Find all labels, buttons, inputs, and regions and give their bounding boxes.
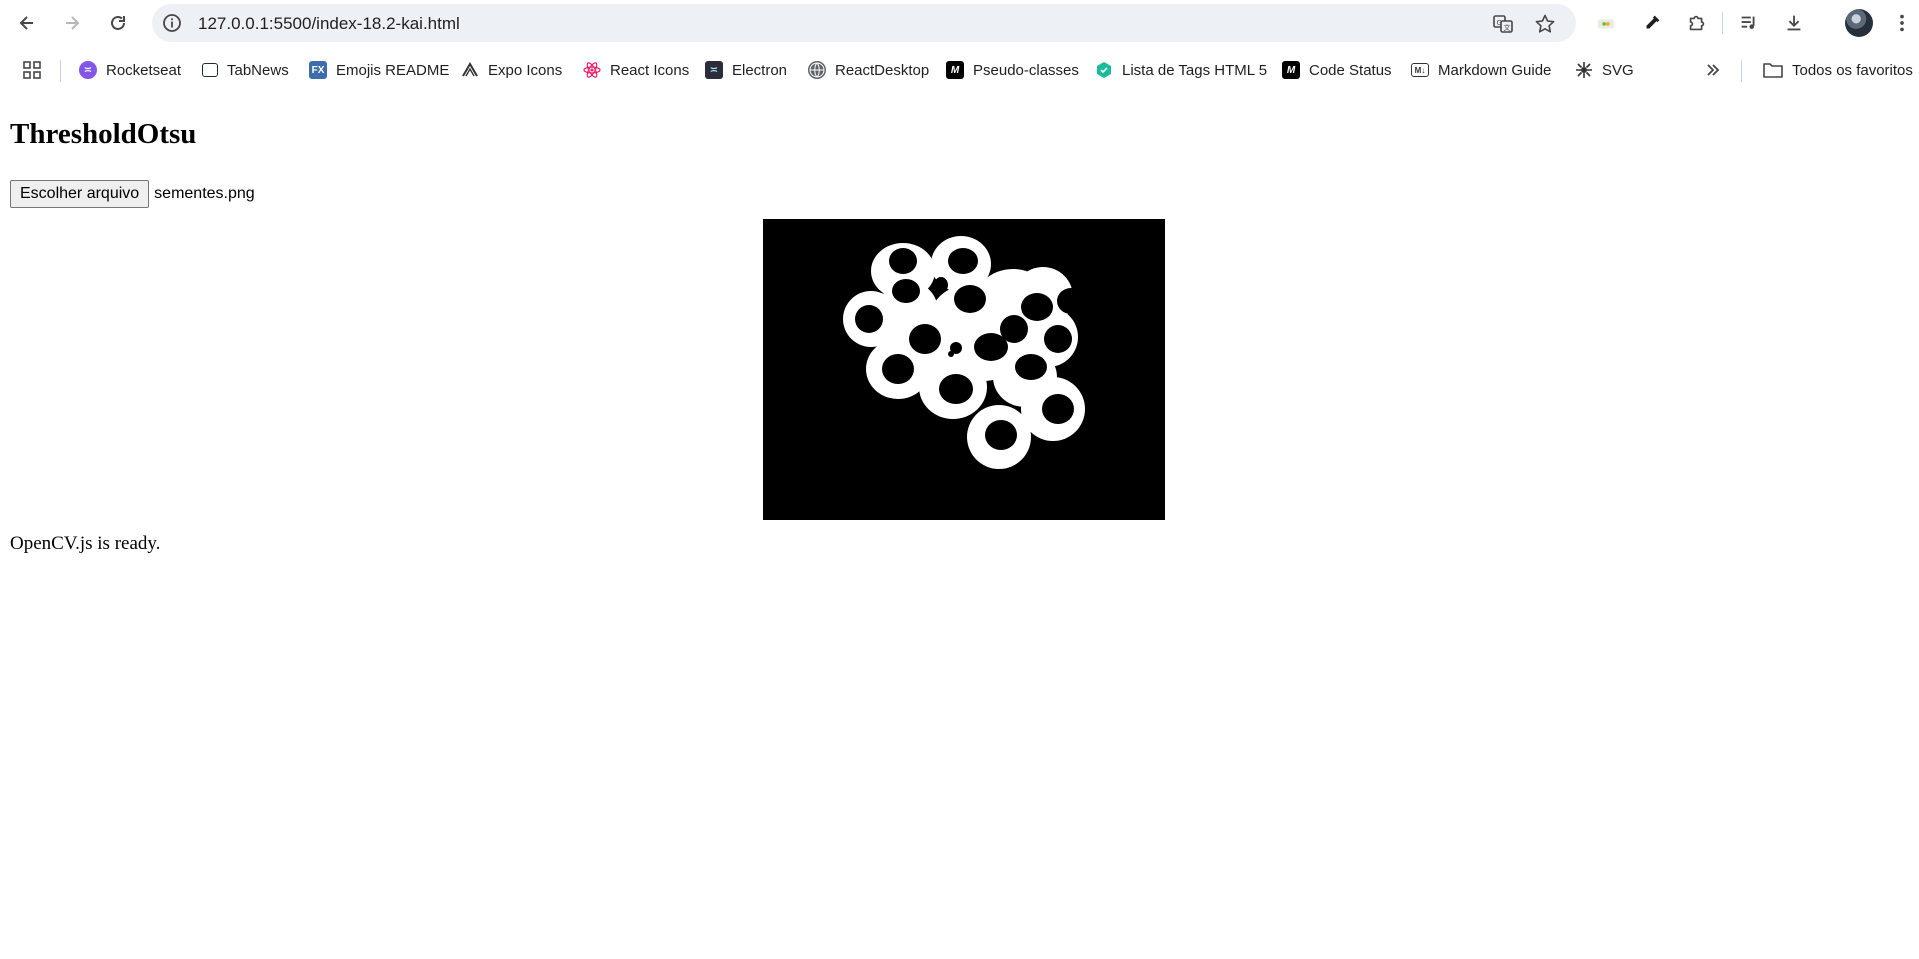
bookmark-svg[interactable]: SVG — [1575, 58, 1634, 82]
mdn-icon: M — [1282, 61, 1300, 79]
all-bookmarks-label: Todos os favoritos — [1792, 61, 1913, 79]
bookmark-label: Expo Icons — [488, 61, 563, 79]
bookmark-label: Lista de Tags HTML 5 — [1122, 61, 1268, 79]
bookmarks-divider — [1741, 60, 1742, 82]
bookmark-reactdesktop[interactable]: ReactDesktop — [808, 58, 929, 82]
bookmark-label: Pseudo-classes — [973, 61, 1079, 79]
bookmark-label: React Icons — [610, 61, 690, 79]
forward-button[interactable] — [57, 8, 87, 38]
chevron-double-right-icon — [1707, 64, 1720, 76]
expo-icon — [461, 61, 479, 79]
bookmark-lista-de-tags[interactable]: Lista de Tags HTML 5 — [1095, 58, 1267, 82]
bookmarks-bar: ≍ Rocketseat TabNews FX Emojis README Ex… — [0, 50, 1919, 90]
apps-button[interactable] — [22, 58, 42, 82]
file-input[interactable]: Escolher arquivo sementes.png — [10, 180, 255, 208]
fx-icon: FX — [309, 61, 327, 79]
bookmark-label: Rocketseat — [106, 61, 182, 79]
arrow-right-icon — [66, 16, 80, 30]
kebab-menu-icon[interactable] — [1890, 11, 1914, 35]
star-icon[interactable] — [1534, 13, 1556, 35]
browser-toolbar: 127.0.0.1:5500/index-18.2-kai.html G文 — [0, 0, 1919, 46]
output-canvas — [763, 219, 1165, 520]
bookmark-pseudo-classes[interactable]: M Pseudo-classes — [946, 58, 1079, 82]
url-text[interactable]: 127.0.0.1:5500/index-18.2-kai.html — [198, 14, 460, 34]
media-playlist-icon[interactable] — [1737, 11, 1761, 35]
react-icon — [583, 61, 601, 79]
info-icon[interactable] — [162, 13, 182, 33]
extension-icon[interactable] — [1594, 11, 1618, 35]
svg-text:G: G — [1497, 19, 1502, 27]
bookmark-label: Markdown Guide — [1438, 61, 1552, 79]
electron-icon: ≍ — [705, 61, 723, 79]
reload-icon — [111, 15, 125, 30]
rocketseat-icon: ≍ — [79, 61, 97, 79]
bookmarks-divider — [60, 60, 61, 82]
bookmark-expo-icons[interactable]: Expo Icons — [461, 58, 562, 82]
bookmark-rocketseat[interactable]: ≍ Rocketseat — [79, 58, 181, 82]
address-bar[interactable]: 127.0.0.1:5500/index-18.2-kai.html G文 — [152, 4, 1576, 42]
bookmarks-overflow-button[interactable] — [1704, 58, 1722, 82]
threshold-result-image — [763, 219, 1165, 520]
svg-text:文: 文 — [1504, 23, 1511, 32]
bookmark-tabnews[interactable]: TabNews — [202, 58, 289, 82]
arrow-left-icon — [19, 16, 33, 30]
toolbar-divider — [1722, 12, 1723, 34]
bookmark-label: Emojis README — [336, 61, 450, 79]
url-path: :5500/index-18.2-kai.html — [268, 14, 460, 33]
mdn-icon: M — [946, 61, 964, 79]
all-bookmarks-folder[interactable]: Todos os favoritos — [1763, 58, 1913, 82]
apps-grid-icon — [23, 61, 41, 79]
translate-icon[interactable]: G文 — [1492, 13, 1514, 35]
tabnews-icon — [202, 63, 218, 77]
bookmark-markdown-guide[interactable]: M↓ Markdown Guide — [1411, 58, 1551, 82]
avatar[interactable] — [1845, 9, 1873, 37]
folder-icon — [1763, 63, 1783, 78]
download-icon[interactable] — [1782, 11, 1806, 35]
eyedropper-icon[interactable] — [1640, 11, 1664, 35]
bookmark-code-status[interactable]: M Code Status — [1282, 58, 1392, 82]
file-name: sementes.png — [154, 185, 255, 202]
reload-button[interactable] — [103, 8, 133, 38]
bookmark-electron[interactable]: ≍ Electron — [705, 58, 787, 82]
status-text: OpenCV.js is ready. — [10, 533, 161, 554]
markdown-icon: M↓ — [1411, 63, 1429, 77]
hexagon-icon — [1095, 61, 1113, 79]
bookmark-react-icons[interactable]: React Icons — [583, 58, 689, 82]
bookmark-emojis-readme[interactable]: FX Emojis README — [309, 58, 449, 82]
bookmark-label: SVG — [1602, 61, 1634, 79]
svg-icon — [1575, 61, 1593, 79]
back-button[interactable] — [12, 8, 42, 38]
bookmark-label: ReactDesktop — [835, 61, 930, 79]
bookmark-label: Code Status — [1309, 61, 1392, 79]
bookmark-label: TabNews — [227, 61, 289, 79]
globe-icon — [808, 61, 826, 79]
choose-file-button[interactable]: Escolher arquivo — [10, 180, 150, 208]
bookmark-label: Electron — [732, 61, 788, 79]
puzzle-icon[interactable] — [1685, 11, 1709, 35]
page-title: ThresholdOtsu — [10, 118, 197, 150]
url-host: 127.0.0.1 — [198, 14, 269, 33]
